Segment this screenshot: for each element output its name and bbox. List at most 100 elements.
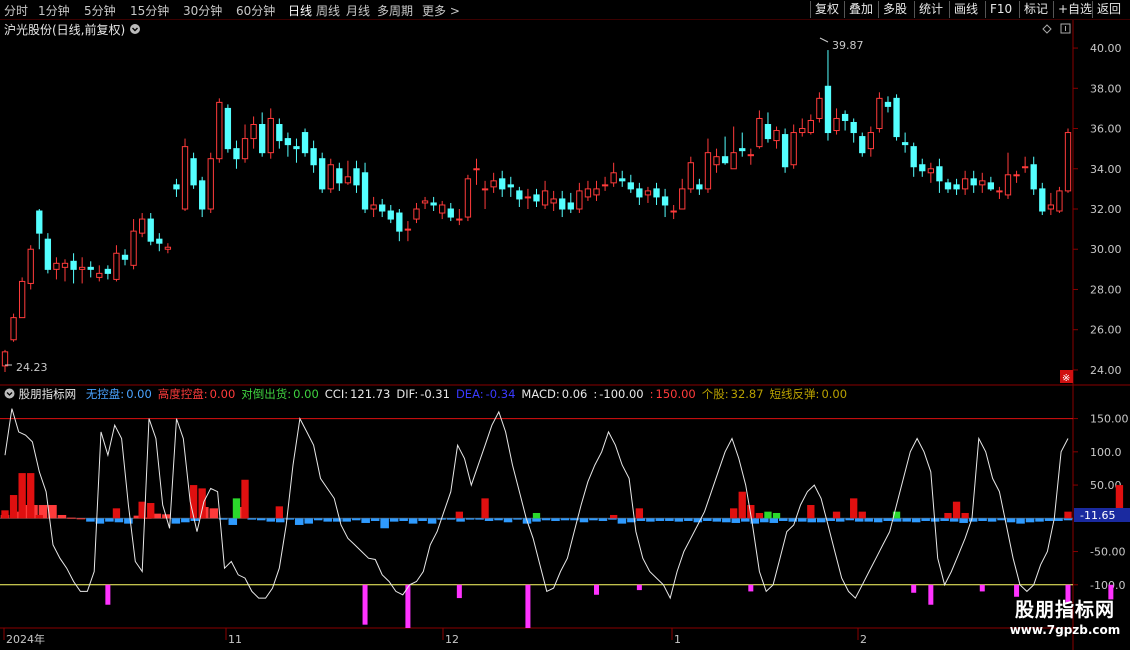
overlay-button[interactable]: 叠加 (844, 1, 877, 18)
legend-item-value: -100.00 (599, 387, 644, 401)
candle-body (499, 178, 506, 190)
legend-item: 高度控盘: 0.00 (158, 387, 235, 401)
price-tick-label: 32.00 (1090, 203, 1122, 216)
control-bar (730, 508, 738, 519)
indicator-tick-label: -100.0 (1090, 579, 1125, 592)
candle-body (53, 262, 60, 270)
macd-bar (532, 518, 541, 522)
macd-bar (579, 518, 589, 523)
period-daily[interactable]: 日线 (288, 2, 312, 19)
rebound-bar (748, 584, 754, 592)
candle-body (199, 180, 206, 210)
control-bar (18, 473, 26, 519)
period-30min[interactable]: 30分钟 (183, 2, 222, 19)
candle-body (781, 134, 789, 168)
period-1min[interactable]: 1分钟 (38, 2, 70, 19)
macd-bar (475, 518, 484, 520)
macd-bar (892, 518, 902, 522)
candle-body (593, 188, 600, 196)
candle-body (559, 198, 566, 210)
macd-bar (389, 518, 399, 522)
min-price-annotation: 24.23 (5, 361, 48, 374)
candle-body (464, 178, 472, 218)
indicator-legend-items: 无控盘: 0.00 高度控盘: 0.00 对倒出货: 0.00 CCI: 121.73 DIF:… (86, 387, 853, 401)
settings-icon[interactable] (1060, 23, 1071, 34)
candlestick-series (1, 50, 1072, 372)
legend-item-label: 高度控盘: (157, 387, 208, 401)
period-monthly[interactable]: 月线 (346, 2, 370, 19)
candle-body (901, 142, 909, 146)
macd-bar (294, 518, 304, 525)
candle-body (756, 117, 763, 148)
legend-item: DIF: -0.31 (396, 387, 450, 401)
stats-button[interactable]: 统计 (914, 1, 947, 18)
period-multi[interactable]: 多周期 (377, 2, 413, 19)
control-bar (198, 488, 206, 519)
indicator-tick-label: -50.00 (1090, 546, 1125, 559)
period-intraday[interactable]: 分时 (4, 2, 28, 19)
candle-body (610, 172, 617, 184)
date-tick-label: 1 (674, 633, 681, 646)
candle-body (567, 202, 574, 210)
macd-bar (513, 518, 522, 520)
adjust-button[interactable]: 复权 (810, 1, 843, 18)
rebound-bar (362, 584, 368, 625)
legend-item: CCI: 121.73 (325, 387, 391, 401)
macd-bar (456, 518, 465, 522)
macd-bar (978, 518, 987, 521)
control-bar (635, 508, 644, 519)
dump-bar (764, 511, 772, 519)
legend-item-label: : (649, 387, 654, 401)
candle-body (824, 85, 832, 134)
indicator-menu-icon[interactable] (4, 388, 15, 399)
candle-body (293, 146, 300, 150)
rebound-bar (928, 584, 934, 605)
control-bar (944, 512, 952, 519)
control-bar (807, 505, 815, 519)
draw-button[interactable]: 画线 (949, 1, 982, 18)
price-tick-label: 24.00 (1090, 364, 1122, 377)
add-watchlist-button[interactable]: +自选 (1053, 1, 1096, 18)
period-60min[interactable]: 60分钟 (236, 2, 275, 19)
candle-body (319, 158, 326, 190)
max-price-label: 39.87 (832, 39, 864, 52)
rebound-bar (911, 584, 917, 593)
macd-bar (940, 518, 949, 521)
period-more[interactable]: 更多 > (422, 2, 460, 19)
candle-body (396, 212, 403, 232)
multi-stock-button[interactable]: 多股 (878, 1, 911, 18)
candle-body (1013, 174, 1020, 177)
rebound-bar (636, 584, 642, 591)
macd-bar (741, 518, 750, 522)
cci-line (4, 408, 1069, 600)
legend-item-label: 对倒出货: (241, 387, 292, 401)
period-5min[interactable]: 5分钟 (84, 2, 116, 19)
control-bar (147, 503, 155, 519)
indicator-name[interactable]: 股朋指标网 (19, 387, 77, 401)
candle-body (507, 184, 514, 188)
candle-body (987, 182, 995, 190)
legend-item-value: 0.06 (561, 387, 588, 401)
macd-bar (921, 518, 930, 521)
candle-body (70, 260, 77, 270)
candle-body (456, 218, 463, 221)
candle-body (601, 184, 609, 187)
macd-bar (313, 518, 323, 521)
mark-button[interactable]: 标记 (1019, 1, 1052, 18)
period-15min[interactable]: 15分钟 (130, 2, 169, 19)
macd-bar (1006, 518, 1016, 523)
f10-button[interactable]: F10 (985, 1, 1016, 18)
macd-bar (1016, 518, 1025, 524)
macd-bar (902, 518, 911, 522)
kline-chart[interactable]: 40.00 38.00 36.00 34.00 32.00 30.00 28.00 26.00… (0, 20, 1130, 650)
control-bar (189, 485, 198, 519)
control-bar (27, 473, 35, 519)
macd-bar (674, 518, 684, 522)
back-button[interactable]: 返回 (1092, 1, 1125, 18)
macd-bar (636, 518, 646, 521)
candle-body (413, 208, 420, 220)
candle-body (841, 113, 849, 121)
diamond-icon[interactable] (1042, 24, 1052, 34)
candle-body (653, 188, 660, 198)
period-weekly[interactable]: 周线 (316, 2, 340, 19)
